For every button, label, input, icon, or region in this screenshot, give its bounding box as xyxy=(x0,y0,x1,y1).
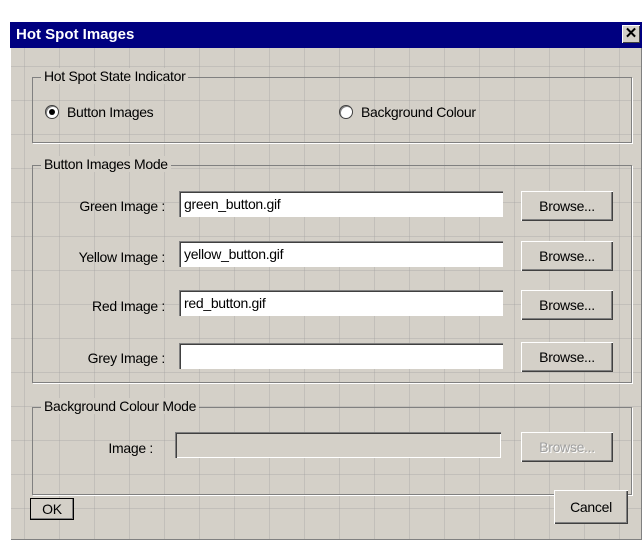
hot-spot-images-dialog: Hot Spot Images ✕ Hot Spot State Indicat… xyxy=(10,22,642,540)
state-indicator-legend: Hot Spot State Indicator xyxy=(41,68,189,84)
radio-button-images-label: Button Images xyxy=(67,104,154,120)
bg-image-field xyxy=(175,432,501,458)
title-bar[interactable]: Hot Spot Images ✕ xyxy=(10,22,642,48)
button-images-mode-group: Button Images Mode Green Image : green_b… xyxy=(32,156,632,383)
red-browse-button[interactable]: Browse... xyxy=(521,290,613,320)
ok-button[interactable]: OK xyxy=(30,498,74,520)
grey-image-label: Grey Image : xyxy=(87,350,166,366)
radio-background-colour-label: Background Colour xyxy=(361,104,476,120)
bg-image-label: Image : xyxy=(108,440,153,456)
radio-button-images[interactable]: Button Images xyxy=(45,104,154,120)
yellow-image-field[interactable]: yellow_button.gif xyxy=(179,241,503,267)
background-colour-mode-group: Background Colour Mode Image : Browse... xyxy=(32,398,632,495)
green-browse-button[interactable]: Browse... xyxy=(521,191,613,221)
green-image-label: Green Image : xyxy=(79,198,165,214)
grey-image-field[interactable] xyxy=(179,343,503,369)
yellow-image-label: Yellow Image : xyxy=(78,249,166,265)
radio-background-colour[interactable]: Background Colour xyxy=(339,104,476,120)
close-icon[interactable]: ✕ xyxy=(622,25,640,43)
window-title: Hot Spot Images xyxy=(16,26,135,43)
red-image-field[interactable]: red_button.gif xyxy=(179,290,503,316)
yellow-browse-button[interactable]: Browse... xyxy=(521,241,613,271)
background-colour-mode-legend: Background Colour Mode xyxy=(41,398,200,414)
bg-browse-button: Browse... xyxy=(521,432,613,462)
radio-checked-icon xyxy=(45,105,59,119)
cancel-button[interactable]: Cancel xyxy=(554,490,628,524)
state-indicator-group: Hot Spot State Indicator Button Images B… xyxy=(32,68,632,143)
grey-browse-button[interactable]: Browse... xyxy=(521,342,613,372)
red-image-label: Red Image : xyxy=(92,298,165,314)
green-image-field[interactable]: green_button.gif xyxy=(179,191,503,217)
button-images-mode-legend: Button Images Mode xyxy=(41,156,171,172)
radio-unchecked-icon xyxy=(339,105,353,119)
